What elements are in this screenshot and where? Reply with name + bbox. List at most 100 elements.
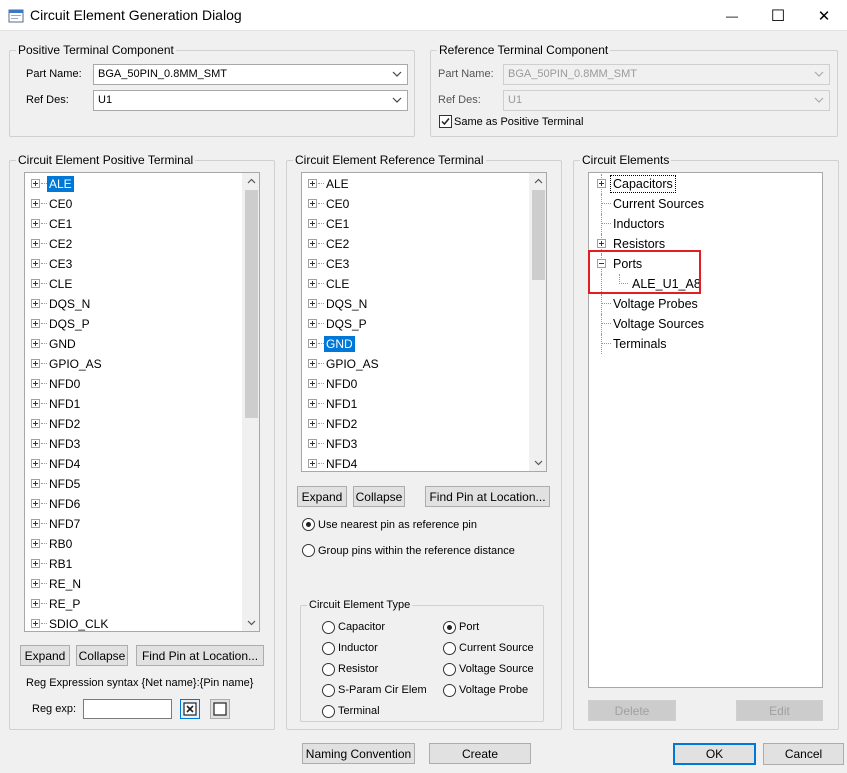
reference-pin-label[interactable]: GPIO_AS	[324, 356, 381, 372]
circuit-element-label[interactable]: Inductors	[611, 216, 666, 232]
expand-plus-icon[interactable]	[308, 439, 317, 448]
expand-plus-icon[interactable]	[308, 419, 317, 428]
tree-row[interactable]: NFD2	[25, 414, 245, 434]
edit-button[interactable]: Edit	[736, 700, 823, 721]
reference-pin-label[interactable]: CE3	[324, 256, 351, 272]
expand-plus-icon[interactable]	[308, 339, 317, 348]
expand-plus-icon[interactable]	[31, 279, 40, 288]
expand-plus-icon[interactable]	[31, 419, 40, 428]
expand-plus-icon[interactable]	[308, 279, 317, 288]
minimize-button[interactable]: —	[709, 0, 755, 31]
maximize-button[interactable]: ☐	[755, 0, 801, 31]
element-type-radio[interactable]	[443, 642, 456, 655]
tree-row[interactable]: CE0	[25, 194, 245, 214]
tree-row[interactable]: GND	[25, 334, 245, 354]
reference-pin-label[interactable]: CE0	[324, 196, 351, 212]
tree-row[interactable]: CE1	[302, 214, 522, 234]
tree-row[interactable]: DQS_N	[302, 294, 522, 314]
element-type-radio[interactable]	[322, 621, 335, 634]
expand-plus-icon[interactable]	[31, 459, 40, 468]
expand-plus-icon[interactable]	[308, 239, 317, 248]
positive-ref-des-select[interactable]: U1	[93, 90, 408, 111]
expand-plus-icon[interactable]	[31, 219, 40, 228]
tree-row[interactable]: CE2	[25, 234, 245, 254]
positive-pin-label[interactable]: CE0	[47, 196, 74, 212]
reference-tree-scrollbar[interactable]	[529, 173, 546, 471]
tree-row[interactable]: ALE	[25, 174, 245, 194]
regex-input[interactable]	[83, 699, 172, 719]
positive-pin-label[interactable]: SDIO_CLK	[47, 616, 110, 631]
reference-pin-label[interactable]: NFD2	[324, 416, 359, 432]
tree-row[interactable]: DQS_P	[302, 314, 522, 334]
tree-row[interactable]: RB1	[25, 554, 245, 574]
element-type-radio[interactable]	[443, 663, 456, 676]
tree-row[interactable]: NFD2	[302, 414, 522, 434]
positive-pin-label[interactable]: NFD3	[47, 436, 82, 452]
scroll-down-arrow[interactable]	[243, 614, 259, 631]
circuit-element-label[interactable]: Capacitors	[610, 175, 676, 193]
scroll-up-arrow[interactable]	[243, 173, 259, 190]
circuit-element-row[interactable]: Terminals	[589, 334, 809, 354]
expand-plus-icon[interactable]	[31, 379, 40, 388]
positive-pin-label[interactable]: NFD4	[47, 456, 82, 472]
positive-pin-label[interactable]: DQS_P	[47, 316, 92, 332]
reference-collapse-button[interactable]: Collapse	[353, 486, 405, 507]
expand-plus-icon[interactable]	[308, 319, 317, 328]
positive-pin-label[interactable]: CE3	[47, 256, 74, 272]
circuit-element-label[interactable]: Current Sources	[611, 196, 706, 212]
same-as-positive-checkbox[interactable]	[439, 115, 452, 128]
cancel-button[interactable]: Cancel	[763, 743, 844, 765]
positive-pin-label[interactable]: NFD2	[47, 416, 82, 432]
tree-row[interactable]: RB0	[25, 534, 245, 554]
positive-pin-label[interactable]: GPIO_AS	[47, 356, 104, 372]
positive-pin-label[interactable]: RE_N	[47, 576, 83, 592]
tree-row[interactable]: DQS_N	[25, 294, 245, 314]
element-type-radio[interactable]	[322, 642, 335, 655]
circuit-element-row[interactable]: Voltage Probes	[589, 294, 809, 314]
reference-pin-label[interactable]: CE2	[324, 236, 351, 252]
expand-plus-icon[interactable]	[308, 259, 317, 268]
positive-collapse-button[interactable]: Collapse	[76, 645, 128, 666]
tree-row[interactable]: NFD1	[302, 394, 522, 414]
expand-plus-icon[interactable]	[31, 439, 40, 448]
tree-row[interactable]: GPIO_AS	[302, 354, 522, 374]
reference-find-pin-button[interactable]: Find Pin at Location...	[425, 486, 550, 507]
reference-pin-label[interactable]: CLE	[324, 276, 351, 292]
expand-plus-icon[interactable]	[308, 179, 317, 188]
expand-plus-icon[interactable]	[31, 299, 40, 308]
naming-convention-button[interactable]: Naming Convention	[302, 743, 415, 764]
positive-tree-scrollbar[interactable]	[242, 173, 259, 631]
element-type-radio[interactable]	[322, 663, 335, 676]
tree-row[interactable]: CE1	[25, 214, 245, 234]
positive-pin-label[interactable]: RE_P	[47, 596, 82, 612]
tree-row[interactable]: RE_N	[25, 574, 245, 594]
reference-pin-label[interactable]: NFD1	[324, 396, 359, 412]
circuit-element-row[interactable]: Capacitors	[589, 174, 809, 194]
expand-plus-icon[interactable]	[31, 179, 40, 188]
expand-plus-icon[interactable]	[597, 239, 606, 248]
circuit-element-row[interactable]: Current Sources	[589, 194, 809, 214]
tree-row[interactable]: NFD4	[25, 454, 245, 474]
regex-clear-button[interactable]	[210, 699, 230, 719]
tree-row[interactable]: GPIO_AS	[25, 354, 245, 374]
tree-row[interactable]: NFD6	[25, 494, 245, 514]
expand-plus-icon[interactable]	[31, 199, 40, 208]
scroll-down-arrow[interactable]	[530, 454, 546, 471]
tree-row[interactable]: NFD0	[25, 374, 245, 394]
positive-pin-label[interactable]: RB1	[47, 556, 74, 572]
tree-row[interactable]: CLE	[25, 274, 245, 294]
close-button[interactable]: ✕	[801, 0, 847, 31]
reference-pin-label[interactable]: CE1	[324, 216, 351, 232]
tree-row[interactable]: NFD7	[25, 514, 245, 534]
expand-plus-icon[interactable]	[308, 199, 317, 208]
expand-plus-icon[interactable]	[308, 379, 317, 388]
create-button[interactable]: Create	[429, 743, 531, 764]
expand-plus-icon[interactable]	[308, 399, 317, 408]
tree-row[interactable]: DQS_P	[25, 314, 245, 334]
element-type-radio[interactable]	[322, 705, 335, 718]
expand-plus-icon[interactable]	[31, 259, 40, 268]
circuit-element-label[interactable]: Terminals	[611, 336, 669, 352]
tree-row[interactable]: CE3	[25, 254, 245, 274]
expand-plus-icon[interactable]	[31, 479, 40, 488]
circuit-element-label[interactable]: Voltage Probes	[611, 296, 700, 312]
